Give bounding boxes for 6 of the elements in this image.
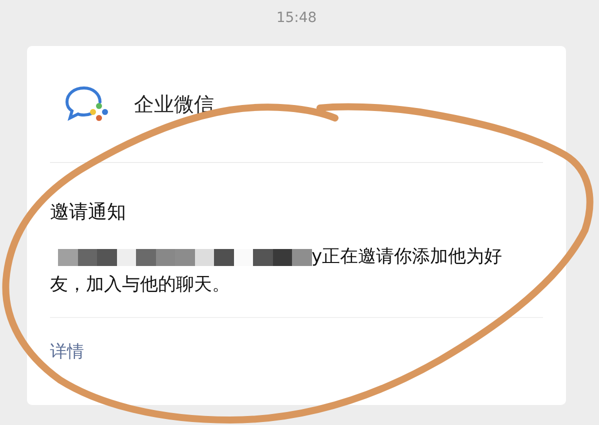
notification-title: 邀请通知 (50, 200, 127, 225)
message-time: 15:48 (276, 9, 317, 28)
details-link[interactable]: 详情 (50, 340, 84, 363)
chat-bubble-logo-icon (64, 85, 110, 123)
invitation-message: 友，加入与他的聊天。 (50, 273, 230, 297)
invitation-message: y正在邀请你添加他为好 (312, 245, 502, 269)
